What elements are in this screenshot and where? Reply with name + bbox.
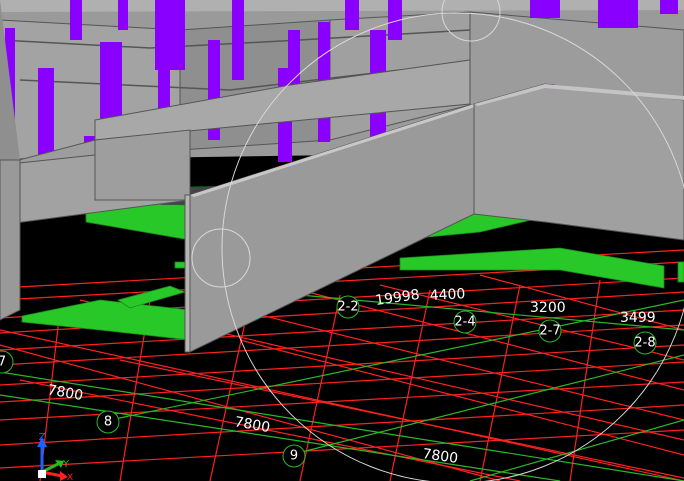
axis-tag-2-8: 2-8 bbox=[634, 336, 655, 351]
ucs-axis-icon: Z Y X bbox=[37, 432, 73, 481]
ucs-label-z: Z bbox=[39, 432, 46, 443]
dim-label-4400: 4400 bbox=[429, 286, 465, 304]
dim-label-3499: 3499 bbox=[620, 310, 656, 326]
axis-tag-2-4: 2-4 bbox=[454, 315, 475, 330]
ucs-label-x: X bbox=[67, 473, 73, 481]
3d-model-viewport[interactable]: 19998 4400 3200 3499 7800 7800 7800 2-2 … bbox=[0, 0, 684, 481]
ucs-label-y: Y bbox=[62, 459, 70, 470]
axis-tag-2-7: 2-7 bbox=[539, 324, 560, 339]
axis-tag-7: 7 bbox=[0, 355, 6, 370]
dim-label-3200: 3200 bbox=[530, 300, 566, 316]
axis-tag-8: 8 bbox=[104, 415, 112, 430]
ucs-origin bbox=[38, 470, 46, 478]
dim-label-7800-c: 7800 bbox=[421, 446, 459, 467]
axis-tag-2-2: 2-2 bbox=[337, 300, 358, 315]
axis-tag-9: 9 bbox=[290, 449, 298, 464]
floor-grid bbox=[0, 249, 684, 481]
dim-label-7800-a: 7800 bbox=[46, 382, 84, 404]
